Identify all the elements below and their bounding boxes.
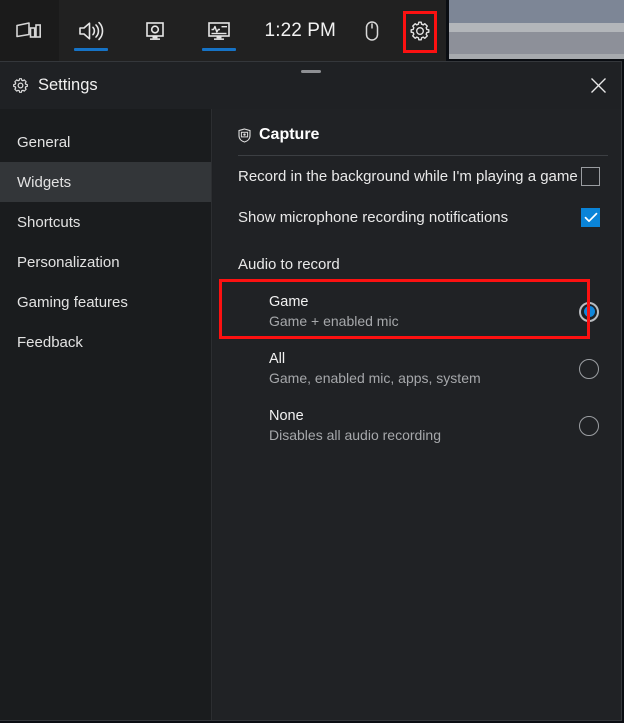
audio-option-game[interactable]: Game Game + enabled mic [238,283,608,340]
widgets-menu-button[interactable] [0,0,59,61]
desktop-band [449,54,624,59]
audio-widget-button[interactable] [59,0,123,61]
sidebar-item-widgets[interactable]: Widgets [0,162,211,202]
desktop-band [449,32,624,54]
settings-content: Capture Record in the background while I… [213,109,621,720]
record-in-background-checkbox[interactable] [581,167,600,186]
settings-button[interactable] [394,0,446,61]
capture-icon [143,19,167,43]
active-tab-underline [73,48,108,51]
gear-icon [409,20,431,42]
option-title: Game [269,294,309,310]
capture-section-header: Capture [238,109,608,144]
audio-to-record-options: Game Game + enabled mic All Game, enable… [219,279,608,454]
capture-shield-icon [238,127,251,143]
desktop-band [449,0,624,23]
all-radio-button[interactable] [579,358,599,379]
option-title: None [269,408,304,424]
sidebar-item-feedback[interactable]: Feedback [0,322,211,362]
settings-sidebar: General Widgets Shortcuts Personalizatio… [0,109,212,720]
audio-option-none[interactable]: None Disables all audio recording [238,397,608,454]
capture-widget-button[interactable] [123,0,187,61]
sidebar-item-label: Feedback [17,333,83,351]
close-icon [590,77,607,94]
option-subtitle: Disables all audio recording [269,427,441,443]
sidebar-item-label: Gaming features [17,293,128,311]
active-tab-underline [201,48,236,51]
widgets-menu-icon [16,21,42,41]
mouse-icon [363,19,381,43]
option-subtitle: Game, enabled mic, apps, system [269,370,481,386]
desktop-band [449,23,624,32]
section-title: Capture [259,126,320,143]
toggle-mic-notifications[interactable]: Show microphone recording notifications [238,197,608,238]
toggle-label: Record in the background while I'm playi… [238,168,578,185]
sidebar-item-label: General [17,133,71,151]
option-subtitle: Game + enabled mic [269,313,399,329]
gear-icon [12,77,29,94]
sidebar-item-label: Shortcuts [17,213,81,231]
sidebar-item-label: Personalization [17,253,120,271]
game-bar-widget-buttons: 1:22 PM [59,0,446,61]
sidebar-item-label: Widgets [17,173,72,191]
performance-icon [206,19,232,43]
option-title: All [269,351,286,367]
settings-header: Settings [0,62,621,109]
audio-option-all[interactable]: All Game, enabled mic, apps, system [238,340,608,397]
mic-notifications-checkbox[interactable] [581,208,600,227]
audio-icon [77,19,105,43]
audio-to-record-label: Audio to record [238,256,340,273]
performance-widget-button[interactable] [187,0,251,61]
close-button[interactable] [575,62,621,109]
settings-panel: Settings General Widgets Shortcuts Perso… [0,61,622,721]
mouse-button[interactable] [350,0,394,61]
clock: 1:22 PM [264,19,336,41]
game-radio-button[interactable] [579,301,599,322]
none-radio-button[interactable] [579,415,599,436]
toggle-label: Show microphone recording notifications [238,209,509,226]
game-bar-toolbar: 1:22 PM [0,0,446,61]
sidebar-item-general[interactable]: General [0,122,211,162]
sidebar-item-personalization[interactable]: Personalization [0,242,211,282]
page-title: Settings [38,76,98,94]
sidebar-item-gaming-features[interactable]: Gaming features [0,282,211,322]
toggle-record-in-background[interactable]: Record in the background while I'm playi… [238,156,608,197]
sidebar-item-shortcuts[interactable]: Shortcuts [0,202,211,242]
